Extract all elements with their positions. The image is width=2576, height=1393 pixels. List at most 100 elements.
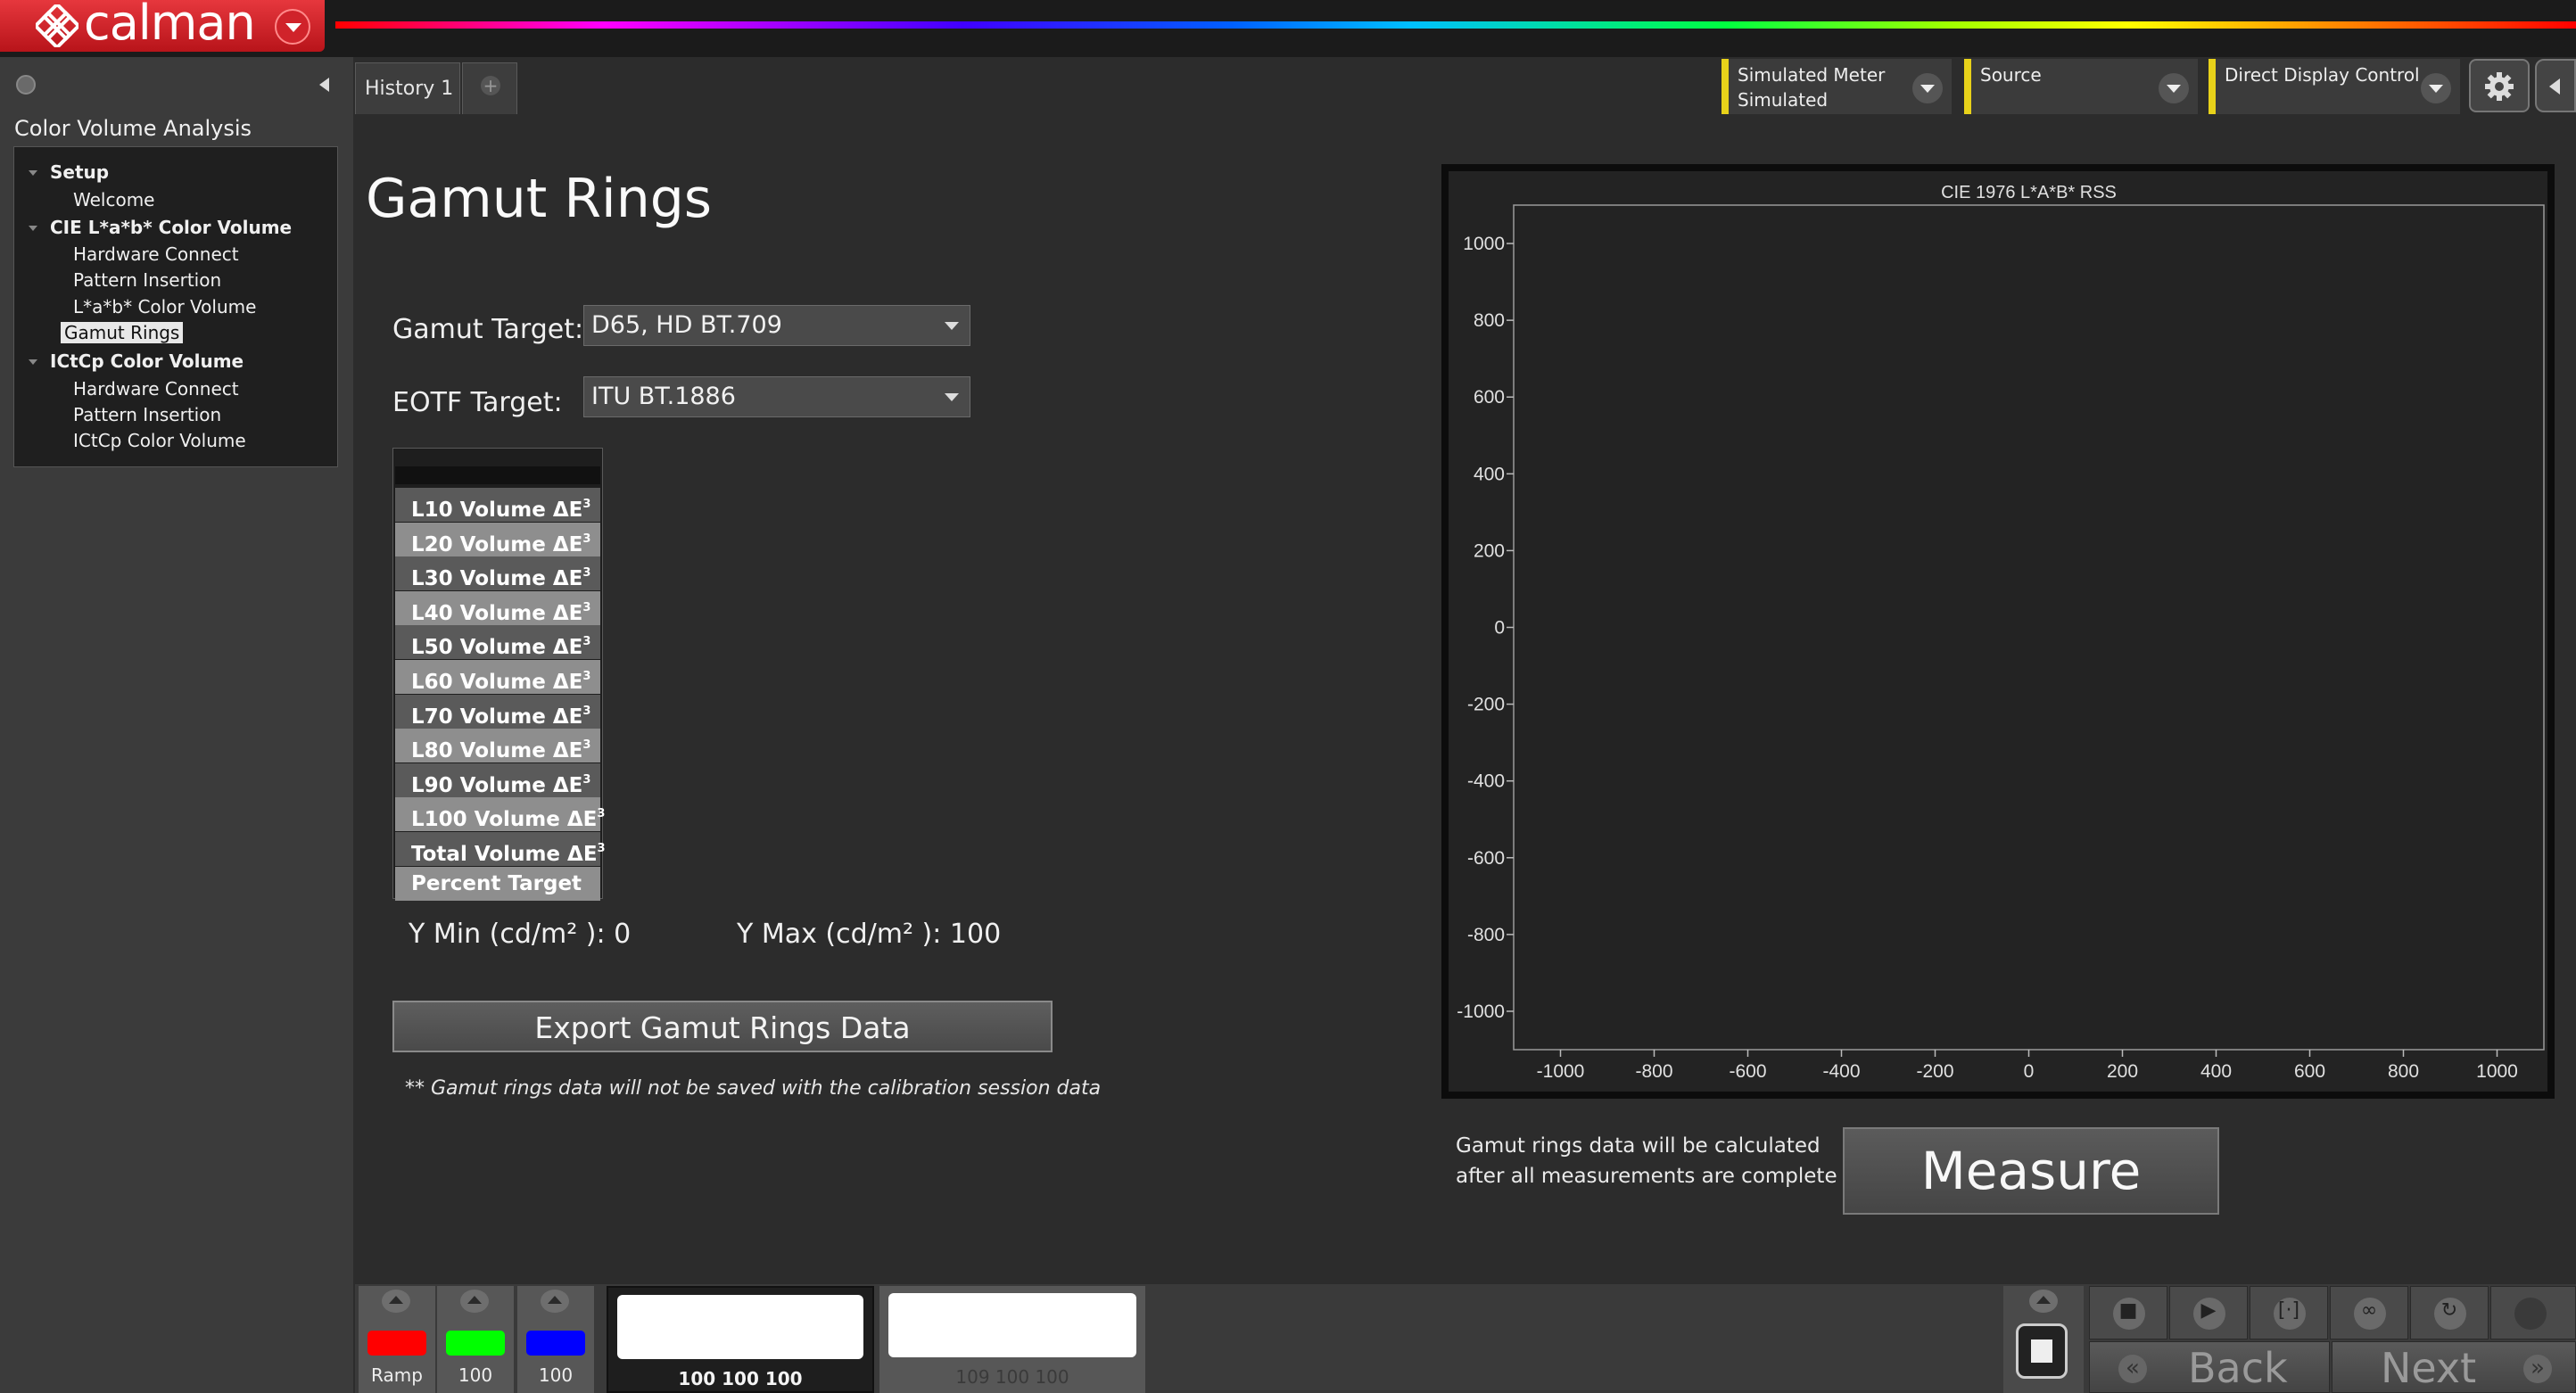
chevron-up-icon[interactable]	[460, 1290, 489, 1313]
swatch-color	[526, 1331, 585, 1356]
app-menu-button[interactable]: calman	[0, 0, 325, 52]
stop-icon	[2016, 1323, 2068, 1379]
table-row: L70 Volume ΔE3	[395, 694, 600, 729]
add-tab-button[interactable]	[462, 62, 517, 114]
row-label: L60 Volume ΔE	[411, 671, 583, 694]
row-label: L80 Volume ΔE	[411, 739, 583, 763]
row-exponent: 3	[582, 498, 591, 511]
eotf-target-label: EOTF Target:	[392, 387, 563, 418]
stop-button[interactable]: ■	[2089, 1286, 2167, 1339]
chevron-down-icon[interactable]	[2421, 73, 2451, 103]
row-label: L50 Volume ΔE	[411, 636, 583, 660]
chevron-up-icon[interactable]	[541, 1290, 569, 1313]
export-button-label: Export Gamut Rings Data	[534, 1010, 911, 1045]
row-exponent: 3	[582, 704, 591, 718]
pattern-current[interactable]: 100 100 100	[607, 1286, 874, 1393]
pattern-preview	[888, 1293, 1136, 1357]
loop-button[interactable]: ∞	[2330, 1286, 2408, 1339]
table-row: L100 Volume ΔE3	[395, 797, 605, 832]
gamut-target-label: Gamut Target:	[392, 314, 584, 345]
x-tick-label: 400	[2200, 1061, 2232, 1082]
x-tick-label: -400	[1822, 1061, 1860, 1082]
y-tick-label: 600	[1474, 387, 1505, 408]
play-button[interactable]: ▶	[2169, 1286, 2248, 1339]
row-label: L40 Volume ΔE	[411, 601, 583, 625]
tree-item[interactable]: ICtCp Color Volume	[73, 430, 246, 451]
swatch-blue[interactable]: 100	[517, 1286, 594, 1393]
extra-control-button[interactable]	[2490, 1286, 2576, 1339]
y-min-readout: Y Min (cd/m² ): 0	[409, 919, 632, 950]
row-label: Total Volume ΔE	[411, 843, 598, 866]
table-row: L80 Volume ΔE3	[395, 729, 600, 763]
measure-button-label: Measure	[1920, 1141, 2142, 1201]
row-exponent: 3	[582, 670, 591, 683]
stop-glyph: ■	[2118, 1299, 2138, 1322]
next-button[interactable]: Next »	[2332, 1341, 2576, 1393]
eotf-target-select[interactable]: ITU BT.1886	[583, 376, 970, 417]
x-tick-label: -1000	[1537, 1061, 1585, 1082]
expand-triangle-icon[interactable]	[29, 226, 37, 231]
expand-triangle-icon[interactable]	[29, 170, 37, 176]
x-tick-label: 200	[2107, 1061, 2138, 1082]
back-button[interactable]: « Back	[2089, 1341, 2330, 1393]
volume-results-table: L10 Volume ΔE3 L20 Volume ΔE3 L30 Volume Δ…	[392, 448, 606, 901]
meter-status: Simulated	[1738, 89, 1829, 111]
tree-item[interactable]: Hardware Connect	[73, 243, 239, 265]
chevron-double-left-icon: «	[2118, 1355, 2147, 1383]
chevron-up-icon[interactable]	[2029, 1290, 2058, 1313]
refresh-button[interactable]: ↻	[2410, 1286, 2489, 1339]
spectrum-bar	[335, 21, 2576, 29]
export-gamut-rings-button[interactable]: Export Gamut Rings Data	[392, 1001, 1053, 1052]
status-indicator-icon	[16, 75, 36, 95]
swatch-label: 100	[458, 1364, 493, 1386]
chevron-down-icon[interactable]	[1912, 73, 1943, 103]
x-tick-label: 0	[2024, 1061, 2035, 1082]
y-tick-label: 1000	[1463, 234, 1505, 254]
swatch-label: 100	[538, 1364, 574, 1386]
tree-item[interactable]: Pattern Insertion	[73, 404, 221, 425]
gamut-target-select[interactable]: D65, HD BT.709	[583, 305, 970, 346]
swatch-green[interactable]: 100	[437, 1286, 514, 1393]
y-max-readout: Y Max (cd/m² ): 100	[737, 919, 1002, 950]
swatch-red[interactable]: Ramp	[359, 1286, 435, 1393]
export-note: ** Gamut rings data will not be saved wi…	[405, 1077, 1102, 1100]
expand-triangle-icon[interactable]	[29, 359, 37, 365]
table-row: Total Volume ΔE3	[395, 832, 606, 866]
y-tick-label: -600	[1467, 848, 1505, 869]
tree-item[interactable]: Welcome	[73, 189, 154, 210]
tab-history-label: History 1	[365, 78, 454, 100]
tree-item[interactable]: Pattern Insertion	[73, 269, 221, 291]
pattern-label: 100 100 100	[678, 1368, 803, 1389]
meter-select[interactable]: Simulated Meter Simulated	[1721, 59, 1952, 114]
display-select[interactable]: Direct Display Control	[2209, 59, 2460, 114]
measure-note-line-1: Gamut rings data will be calculated	[1456, 1134, 1821, 1158]
chevron-down-icon[interactable]	[275, 9, 310, 45]
y-tick-label: -800	[1467, 925, 1505, 945]
tree-group[interactable]: CIE L*a*b* Color Volume	[50, 217, 292, 238]
row-exponent: 3	[582, 738, 591, 753]
tree-group[interactable]: ICtCp Color Volume	[50, 350, 244, 372]
pattern-next[interactable]: 109 100 100	[879, 1286, 1145, 1393]
collapse-right-panel-button[interactable]	[2535, 59, 2576, 112]
source-select[interactable]: Source	[1964, 59, 2198, 114]
swatch-color	[367, 1331, 426, 1356]
measure-button[interactable]: Measure	[1843, 1127, 2219, 1215]
table-row: L50 Volume ΔE3	[395, 625, 600, 660]
chevron-down-icon[interactable]	[2159, 73, 2189, 103]
collapse-panel-button[interactable]	[312, 71, 339, 98]
tree-group[interactable]: Setup	[50, 161, 109, 183]
tab-history[interactable]: History 1	[355, 62, 460, 114]
tree-item[interactable]: Gamut Rings	[61, 322, 184, 343]
table-row: Percent Target	[395, 866, 600, 901]
swatch-color	[446, 1331, 505, 1356]
page-title: Gamut Rings	[366, 168, 713, 230]
settings-button[interactable]	[2469, 59, 2530, 112]
row-label: L90 Volume ΔE	[411, 773, 583, 797]
stop-control-button[interactable]	[2003, 1286, 2084, 1393]
measure-note-line-2: after all measurements are complete	[1456, 1165, 1837, 1188]
tree-item[interactable]: L*a*b* Color Volume	[73, 296, 256, 317]
chevron-up-icon[interactable]	[382, 1290, 410, 1313]
tree-item[interactable]: Hardware Connect	[73, 378, 239, 400]
y-tick-label: -1000	[1457, 1001, 1505, 1022]
read-continuous-button[interactable]: [·]	[2250, 1286, 2328, 1339]
